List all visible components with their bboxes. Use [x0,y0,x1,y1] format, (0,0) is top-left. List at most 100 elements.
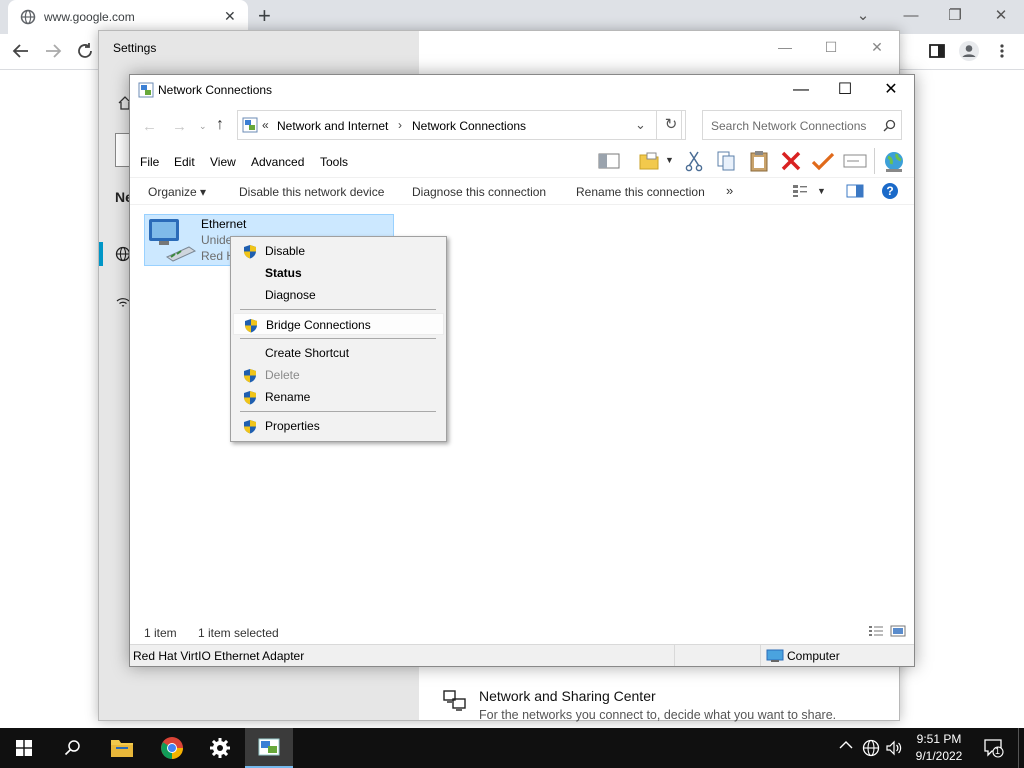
menu-file[interactable]: File [140,155,159,169]
properties-check-icon[interactable] [811,150,835,172]
up-arrow-icon[interactable]: ↑ [216,116,224,134]
views-dropdown-chevron-icon[interactable]: ▼ [665,155,674,165]
address-bar[interactable]: « Network and Internet › Network Connect… [237,110,682,140]
menu-item-status[interactable]: Status [233,262,444,284]
close-button[interactable]: ✕ [868,75,914,105]
taskbar-search-button[interactable] [48,728,96,768]
globe-icon [20,9,36,25]
side-panel-icon[interactable] [928,42,946,60]
menu-edit[interactable]: Edit [174,155,195,169]
uac-shield-icon [243,390,257,405]
preview-pane-icon[interactable] [598,152,620,170]
folder-views-icon[interactable] [638,150,660,172]
settings-maximize-button[interactable]: ☐ [811,35,851,59]
view-options-chevron-icon[interactable]: ▼ [817,186,826,196]
rename-field-icon[interactable] [843,152,867,170]
back-arrow-icon[interactable] [12,42,30,60]
menu-advanced[interactable]: Advanced [251,155,304,169]
window-title: Network Connections [158,83,273,97]
network-tray-icon[interactable] [862,739,880,757]
menu-item-properties[interactable]: Properties [233,415,444,437]
connection-name: Ethernet [201,217,247,231]
search-icon [64,739,81,756]
browser-close-button[interactable]: ✕ [986,2,1016,30]
kebab-menu-icon[interactable] [996,42,1008,60]
tab-title: www.google.com [44,10,135,24]
computer-icon [766,649,784,663]
file-explorer-icon [110,738,134,758]
network-globe-icon[interactable] [882,150,906,174]
paste-icon[interactable] [748,150,770,172]
menu-item-bridge-connections[interactable]: Bridge Connections [233,313,444,335]
breadcrumb-separator[interactable]: › [398,118,402,132]
uac-shield-icon [243,368,257,383]
browser-minimize-button[interactable]: — [896,2,926,30]
taskbar-chrome[interactable] [148,728,196,768]
organize-button[interactable]: Organize ▾ [148,185,206,199]
browser-tab[interactable]: www.google.com ✕ [8,0,248,34]
reload-icon[interactable] [76,42,94,60]
network-folder-icon [138,82,154,98]
taskbar-file-explorer[interactable] [98,728,146,768]
system-clock[interactable]: 9:51 PM 9/1/2022 [900,731,978,765]
forward-arrow-icon[interactable]: → [172,118,187,135]
maximize-button[interactable]: ☐ [822,75,868,105]
show-desktop-button[interactable] [1018,728,1019,768]
diagnose-connection-button[interactable]: Diagnose this connection [412,185,546,199]
sharing-center-desc: For the networks you connect to, decide … [479,708,837,722]
back-arrow-icon[interactable]: ← [142,118,157,135]
uac-shield-icon [243,419,257,434]
new-tab-button[interactable]: + [258,4,271,28]
sharing-center-link[interactable]: Network and Sharing Center [479,688,656,704]
menu-tools[interactable]: Tools [320,155,348,169]
sharing-center-icon [441,686,469,714]
address-dropdown-chevron-icon[interactable]: ⌄ [635,117,646,133]
tab-close-icon[interactable]: ✕ [224,8,236,24]
address-overflow[interactable]: « [262,118,269,132]
copy-icon[interactable] [715,150,737,172]
rename-connection-button[interactable]: Rename this connection [576,185,705,199]
menu-item-disable[interactable]: Disable [233,240,444,262]
details-view-icon[interactable] [868,625,884,637]
recent-chevron-icon[interactable]: ⌄ [199,121,207,132]
menu-item-rename[interactable]: Rename [233,386,444,408]
settings-close-button[interactable]: ✕ [857,35,897,59]
disable-device-button[interactable]: Disable this network device [239,185,384,199]
uac-shield-icon [244,318,258,333]
more-commands-button[interactable]: » [726,183,733,198]
minimize-button[interactable]: — [778,75,824,105]
tray-chevron-icon[interactable] [839,740,853,750]
large-icons-view-icon[interactable] [890,625,906,637]
status-bar: 1 item 1 item selected [130,622,914,642]
refresh-icon[interactable]: ↻ [656,110,686,140]
menu-view[interactable]: View [210,155,236,169]
clock-time: 9:51 PM [916,732,962,746]
profile-avatar-icon[interactable] [958,40,980,62]
search-input[interactable]: Search Network Connections [702,110,902,140]
search-icon[interactable] [883,119,896,132]
start-button[interactable] [0,728,48,768]
taskbar: 9:51 PM 9/1/2022 1 [0,728,1024,768]
details-divider [760,645,761,666]
forward-arrow-icon[interactable] [44,42,62,60]
help-icon[interactable]: ? [881,182,899,200]
command-bar: Organize ▾ Disable this network device D… [130,177,914,205]
menu-item-diagnose[interactable]: Diagnose [233,284,444,306]
menu-separator [240,338,436,339]
taskbar-network-connections[interactable] [245,728,293,768]
change-view-icon[interactable] [792,184,808,198]
preview-pane-toggle-icon[interactable] [846,184,864,198]
delete-x-icon[interactable] [780,150,802,172]
cut-icon[interactable] [683,150,705,172]
notification-center-icon[interactable] [983,738,1005,758]
tab-search-chevron-icon[interactable]: ⌄ [848,2,878,30]
menu-item-create-shortcut[interactable]: Create Shortcut [233,342,444,364]
browser-restore-button[interactable]: ❐ [940,2,970,30]
uac-shield-icon [243,244,257,259]
search-placeholder: Search Network Connections [711,119,867,133]
clock-date: 9/1/2022 [915,749,963,763]
taskbar-settings[interactable] [196,728,244,768]
breadcrumb-network-internet[interactable]: Network and Internet [277,119,388,133]
breadcrumb-network-connections[interactable]: Network Connections [412,119,526,133]
settings-minimize-button[interactable]: — [765,35,805,59]
